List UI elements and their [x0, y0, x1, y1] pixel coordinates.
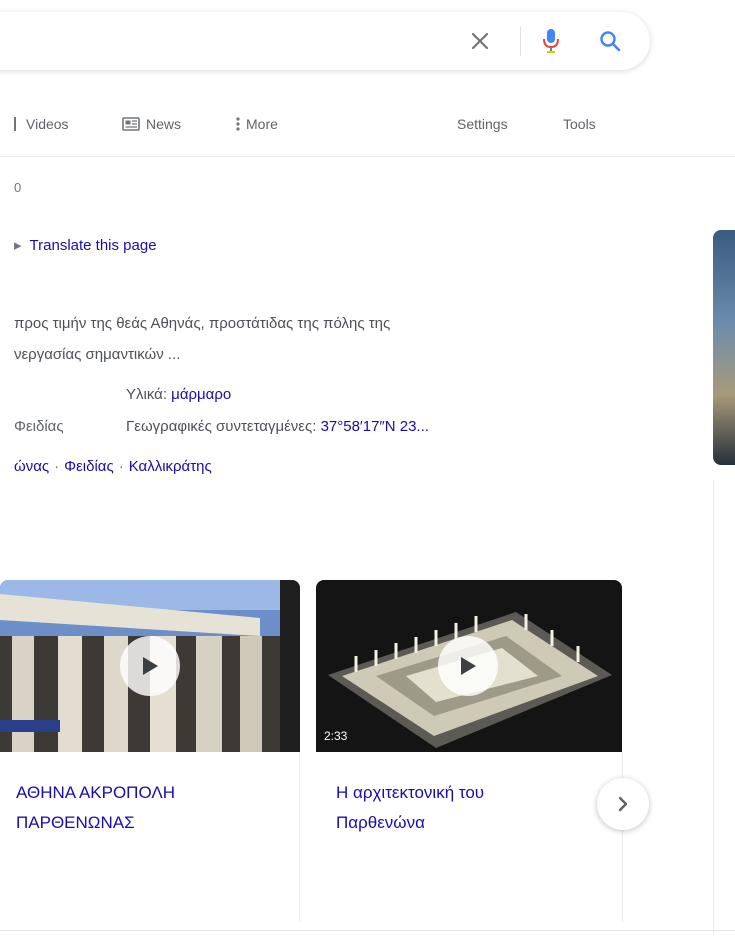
tab-videos-label: Videos — [26, 116, 69, 132]
video-title-line: Παρθενώνα — [336, 813, 425, 832]
more-vert-icon — [236, 117, 240, 134]
play-icon[interactable] — [120, 636, 180, 696]
result-stats: 0 — [14, 180, 22, 195]
tab-news-label: News — [146, 116, 182, 132]
video-icon — [14, 117, 16, 131]
link-separator: · — [54, 458, 60, 475]
related-link[interactable]: Καλλικράτης — [129, 458, 212, 475]
arrow-icon: ▸ — [14, 237, 22, 254]
video-card[interactable]: 2:33 Η αρχιτεκτονική του Παρθενώνα — [316, 580, 623, 930]
snippet-line-2: νεργασίας σημαντικών ... — [14, 346, 181, 363]
tab-more-label: More — [246, 116, 278, 132]
settings-link[interactable]: Settings — [457, 116, 508, 132]
card-divider — [299, 752, 300, 922]
tab-more[interactable]: More — [236, 116, 278, 134]
tools-link[interactable]: Tools — [563, 116, 596, 132]
video-thumbnail[interactable]: 2:33 — [316, 580, 622, 752]
fact-coordinates-label: Γεωγραφικές συντεταγμένες: — [126, 418, 317, 435]
video-title-line: ΠΑΡΘΕΝΩΝΑΣ — [16, 813, 135, 832]
fact-material-label: Υλικά: — [126, 386, 167, 403]
video-title-line: ΑΘΗΝΑ ΑΚΡΟΠΟΛΗ — [16, 783, 176, 802]
play-icon[interactable] — [438, 636, 498, 696]
search-icon[interactable] — [596, 27, 624, 55]
tab-videos[interactable]: Videos — [14, 116, 69, 132]
chevron-right-icon — [618, 796, 628, 812]
fact-architect-value[interactable]: Φειδίας — [14, 418, 64, 435]
fact-material: Υλικά: μάρμαρο — [126, 386, 231, 403]
carousel-next-button[interactable] — [597, 778, 649, 830]
svg-text:2:33: 2:33 — [324, 729, 348, 743]
video-card[interactable]: ΑΘΗΝΑ ΑΚΡΟΠΟΛΗ ΠΑΡΘΕΝΩΝΑΣ — [0, 580, 300, 930]
related-link[interactable]: Φειδίας — [64, 458, 114, 475]
fact-material-value[interactable]: μάρμαρο — [171, 386, 231, 403]
translate-link[interactable]: ▸ Translate this page — [14, 236, 157, 254]
related-links: ώνας · Φειδίας · Καλλικράτης — [14, 458, 212, 475]
knowledge-panel-image[interactable] — [713, 230, 735, 465]
snippet-line-1: προς τιμήν της θεάς Αθηνάς, προστάτιδας … — [14, 315, 391, 332]
related-link[interactable]: ώνας — [14, 458, 49, 475]
fact-coordinates-value[interactable]: 37°58′17″N 23... — [321, 418, 429, 435]
knowledge-panel-border — [713, 480, 714, 936]
search-tabs: Videos News More Settings Tools — [0, 110, 735, 140]
search-bar-divider — [520, 26, 521, 56]
fact-architect[interactable]: Φειδίας — [14, 418, 64, 435]
video-title-line: Η αρχιτεκτονική του — [336, 783, 485, 802]
video-title[interactable]: ΑΘΗΝΑ ΑΚΡΟΠΟΛΗ ΠΑΡΘΕΝΩΝΑΣ — [16, 778, 175, 838]
tabs-divider — [0, 156, 735, 157]
fact-coordinates: Γεωγραφικές συντεταγμένες: 37°58′17″N 23… — [126, 418, 429, 435]
video-title[interactable]: Η αρχιτεκτονική του Παρθενώνα — [336, 778, 484, 838]
close-icon[interactable] — [466, 27, 494, 55]
video-thumbnail[interactable] — [0, 580, 300, 752]
tab-news[interactable]: News — [122, 116, 181, 134]
translate-link-label: Translate this page — [29, 237, 157, 254]
section-divider — [0, 930, 735, 931]
microphone-icon[interactable] — [537, 27, 565, 55]
link-separator: · — [118, 458, 124, 475]
news-icon — [122, 117, 140, 134]
